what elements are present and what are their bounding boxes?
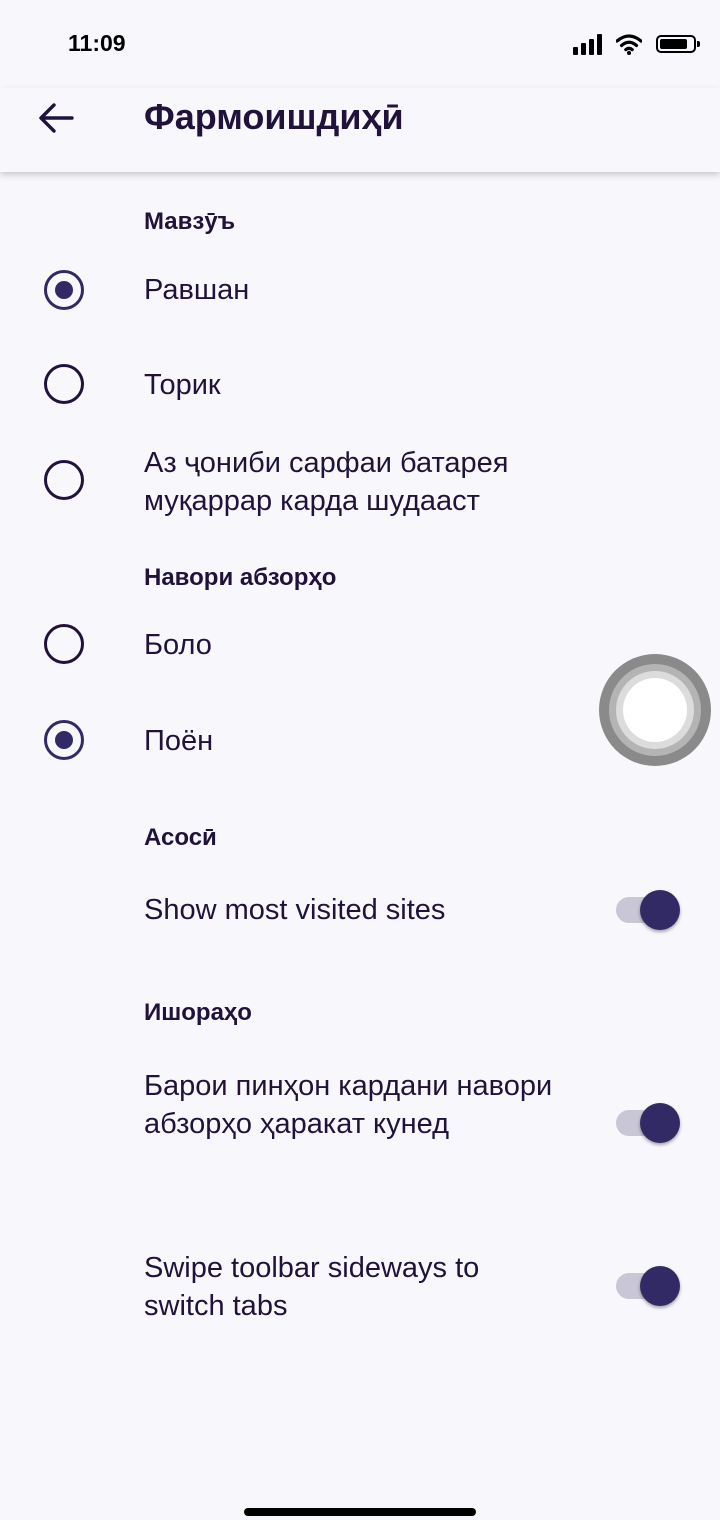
setting-label-hide-toolbar-scroll: Барои пинҳон кардани навори абзорҳо ҳара… (144, 1070, 553, 1140)
setting-label-most-visited: Show most visited sites (144, 894, 446, 926)
radio-label-top: Боло (144, 629, 212, 661)
back-button[interactable] (32, 94, 80, 142)
radio-label-bottom: Поён (144, 725, 214, 757)
status-bar: 11:09 (0, 0, 720, 88)
radio-button-top[interactable] (44, 624, 84, 664)
setting-hide-toolbar-scroll[interactable]: Барои пинҳон кардани навори абзорҳо ҳара… (0, 1064, 720, 1188)
toggle-hide-toolbar-scroll[interactable] (614, 1101, 682, 1145)
section-header-toolbar: Навори абзорҳо (144, 564, 337, 591)
radio-button-bottom[interactable] (44, 720, 84, 760)
section-header-general: Асосӣ (144, 824, 217, 851)
setting-most-visited[interactable]: Show most visited sites (0, 876, 720, 944)
signal-icon (573, 33, 602, 55)
battery-icon (656, 35, 700, 53)
status-time: 11:09 (68, 30, 126, 56)
radio-label-battery-saver: Аз ҷониби сарфаи батарея муқаррар карда … (144, 447, 509, 517)
toggle-swipe-toolbar-tabs[interactable] (614, 1264, 682, 1308)
radio-option-top[interactable]: Боло (0, 612, 720, 680)
wifi-icon (616, 34, 642, 55)
section-header-gestures: Ишораҳо (144, 999, 252, 1026)
radio-button-dark[interactable] (44, 364, 84, 404)
home-indicator[interactable] (244, 1508, 476, 1516)
toggle-most-visited[interactable] (614, 888, 682, 932)
radio-label-dark: Торик (144, 369, 221, 401)
status-icons (573, 30, 700, 58)
radio-option-dark[interactable]: Торик (0, 352, 720, 420)
assistive-touch-button[interactable] (599, 654, 711, 766)
radio-option-light[interactable]: Равшан (0, 256, 720, 324)
radio-option-battery-saver[interactable]: Аз ҷониби сарфаи батарея муқаррар карда … (0, 440, 720, 524)
arrow-left-icon (39, 103, 74, 133)
radio-button-light[interactable] (44, 270, 84, 310)
setting-label-swipe-toolbar-tabs: Swipe toolbar sideways to switch tabs (144, 1252, 480, 1322)
radio-label-light: Равшан (144, 274, 250, 306)
app-bar: Фармоишдиҳӣ (0, 88, 720, 172)
page-title: Фармоишдиҳӣ (144, 96, 404, 137)
radio-button-battery-saver[interactable] (44, 460, 84, 500)
section-header-theme: Мавзӯъ (144, 208, 236, 235)
setting-swipe-toolbar-tabs[interactable]: Swipe toolbar sideways to switch tabs (0, 1246, 720, 1334)
